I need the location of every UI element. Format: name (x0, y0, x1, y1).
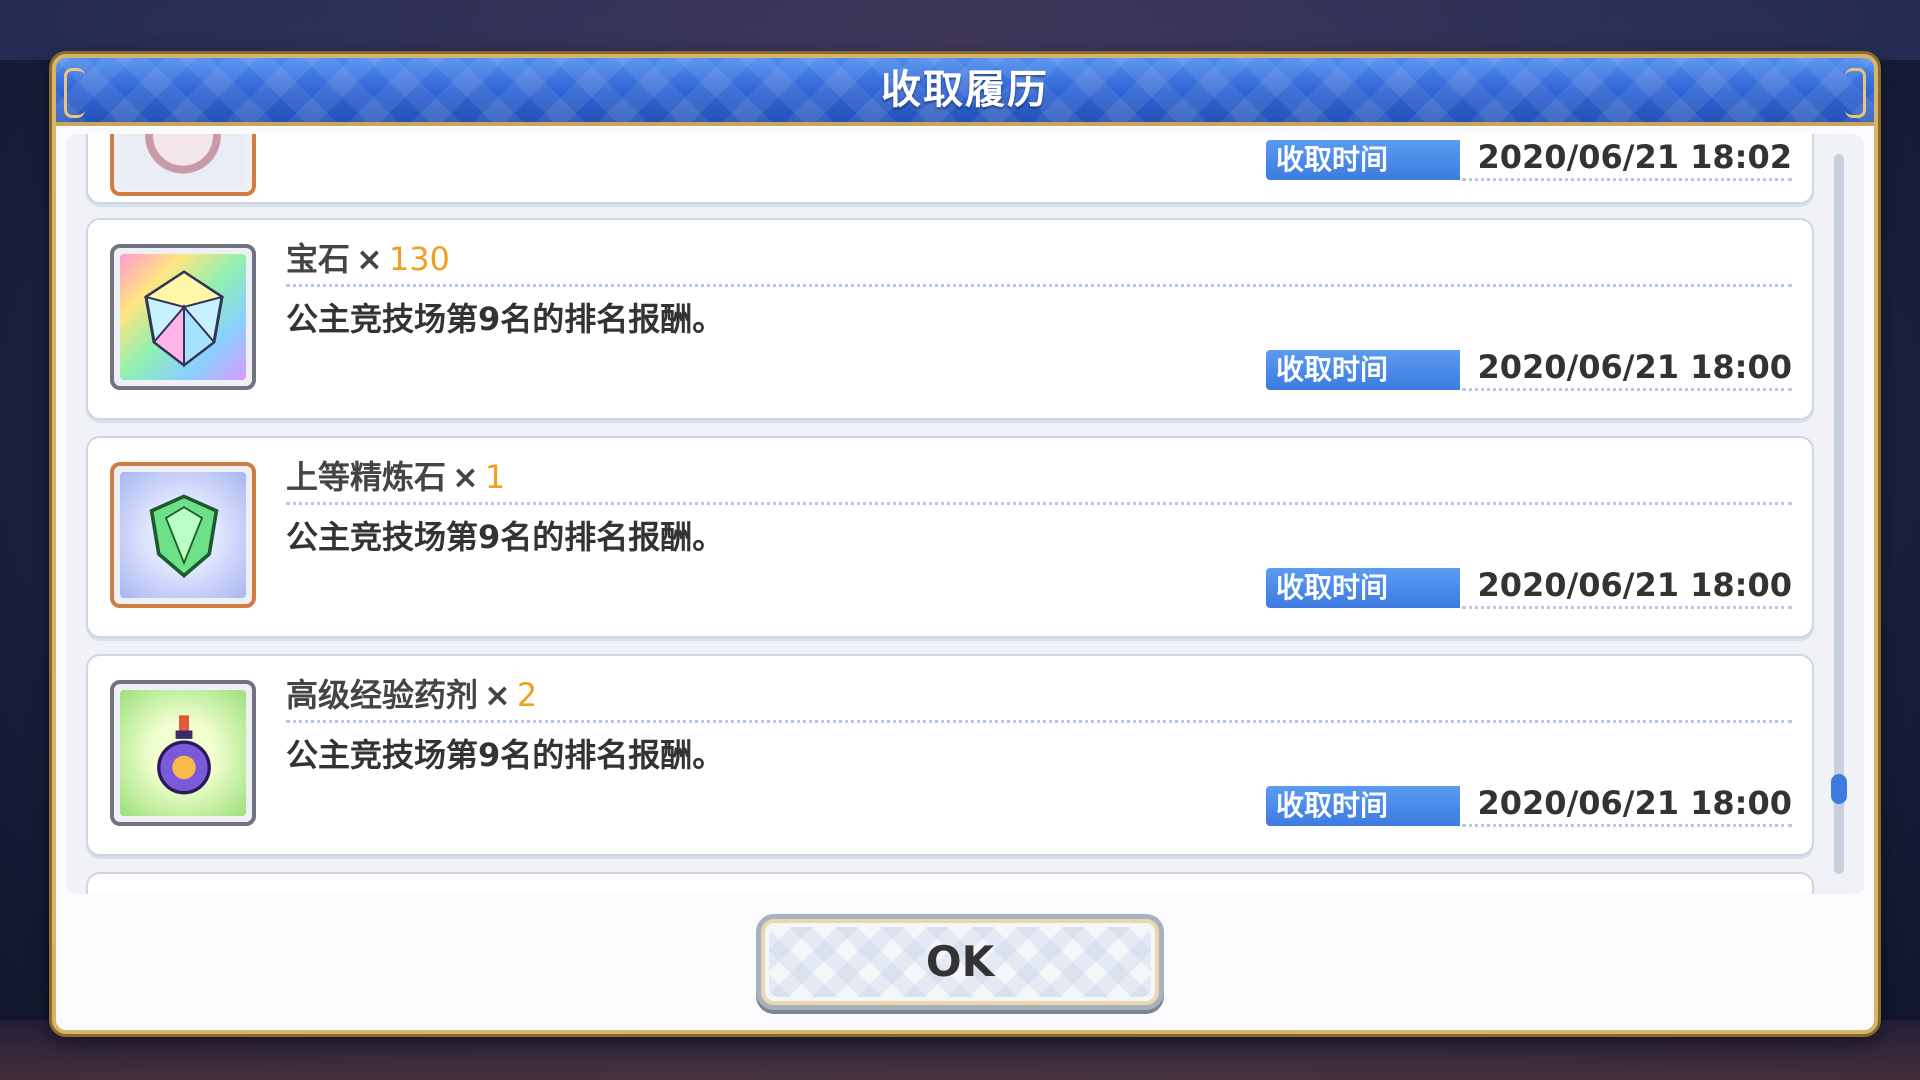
dialog-title: 收取履历 (881, 67, 1049, 113)
time-value: 2020/06/21 18:00 (1462, 566, 1792, 609)
list-item (86, 872, 1814, 894)
item-quantity: 130 (388, 240, 450, 278)
list-item: 宝石 × 130 公主竞技场第9名的排名报酬。 收取时间 2020/06/21 18… (86, 218, 1814, 420)
history-dialog: 收取履历 收取时间 2020/06/21 18:02 宝石 × 130 公主竞技… (52, 54, 1878, 1034)
title-bar: 收取履历 (56, 58, 1874, 126)
time-value: 2020/06/21 18:00 (1462, 348, 1792, 391)
item-quantity: 1 (484, 458, 506, 496)
ok-button[interactable]: OK (756, 914, 1164, 1010)
divider (286, 720, 1792, 723)
divider (286, 502, 1792, 505)
item-name: 高级经验药剂 × 2 (286, 676, 538, 714)
item-name: 宝石 × 130 (286, 240, 450, 278)
list-item: 收取时间 2020/06/21 18:02 (86, 134, 1814, 204)
time-value: 2020/06/21 18:00 (1462, 784, 1792, 827)
item-name: 上等精炼石 × 1 (286, 458, 506, 496)
divider (286, 284, 1792, 287)
exp-potion-icon (110, 680, 256, 826)
ok-button-label: OK (925, 937, 995, 986)
item-quantity: 2 (516, 676, 538, 714)
time-label: 收取时间 (1266, 786, 1460, 826)
bottle-item-icon (110, 134, 256, 196)
time-label: 收取时间 (1266, 350, 1460, 390)
rainbow-gem-icon (110, 244, 256, 390)
scroll-thumb[interactable] (1831, 774, 1847, 804)
green-refine-stone-icon (110, 462, 256, 608)
history-list-area[interactable]: 收取时间 2020/06/21 18:02 宝石 × 130 公主竞技场第9名的… (66, 134, 1864, 894)
item-description: 公主竞技场第9名的排名报酬。 (286, 300, 725, 338)
time-value: 2020/06/21 18:02 (1462, 138, 1792, 181)
time-label: 收取时间 (1266, 568, 1460, 608)
list-item: 上等精炼石 × 1 公主竞技场第9名的排名报酬。 收取时间 2020/06/21 1… (86, 436, 1814, 638)
scrollbar[interactable] (1831, 154, 1847, 874)
item-description: 公主竞技场第9名的排名报酬。 (286, 518, 725, 556)
time-label: 收取时间 (1266, 140, 1460, 180)
list-item: 高级经验药剂 × 2 公主竞技场第9名的排名报酬。 收取时间 2020/06/21 … (86, 654, 1814, 856)
background-top (0, 0, 1920, 60)
item-description: 公主竞技场第9名的排名报酬。 (286, 736, 725, 774)
